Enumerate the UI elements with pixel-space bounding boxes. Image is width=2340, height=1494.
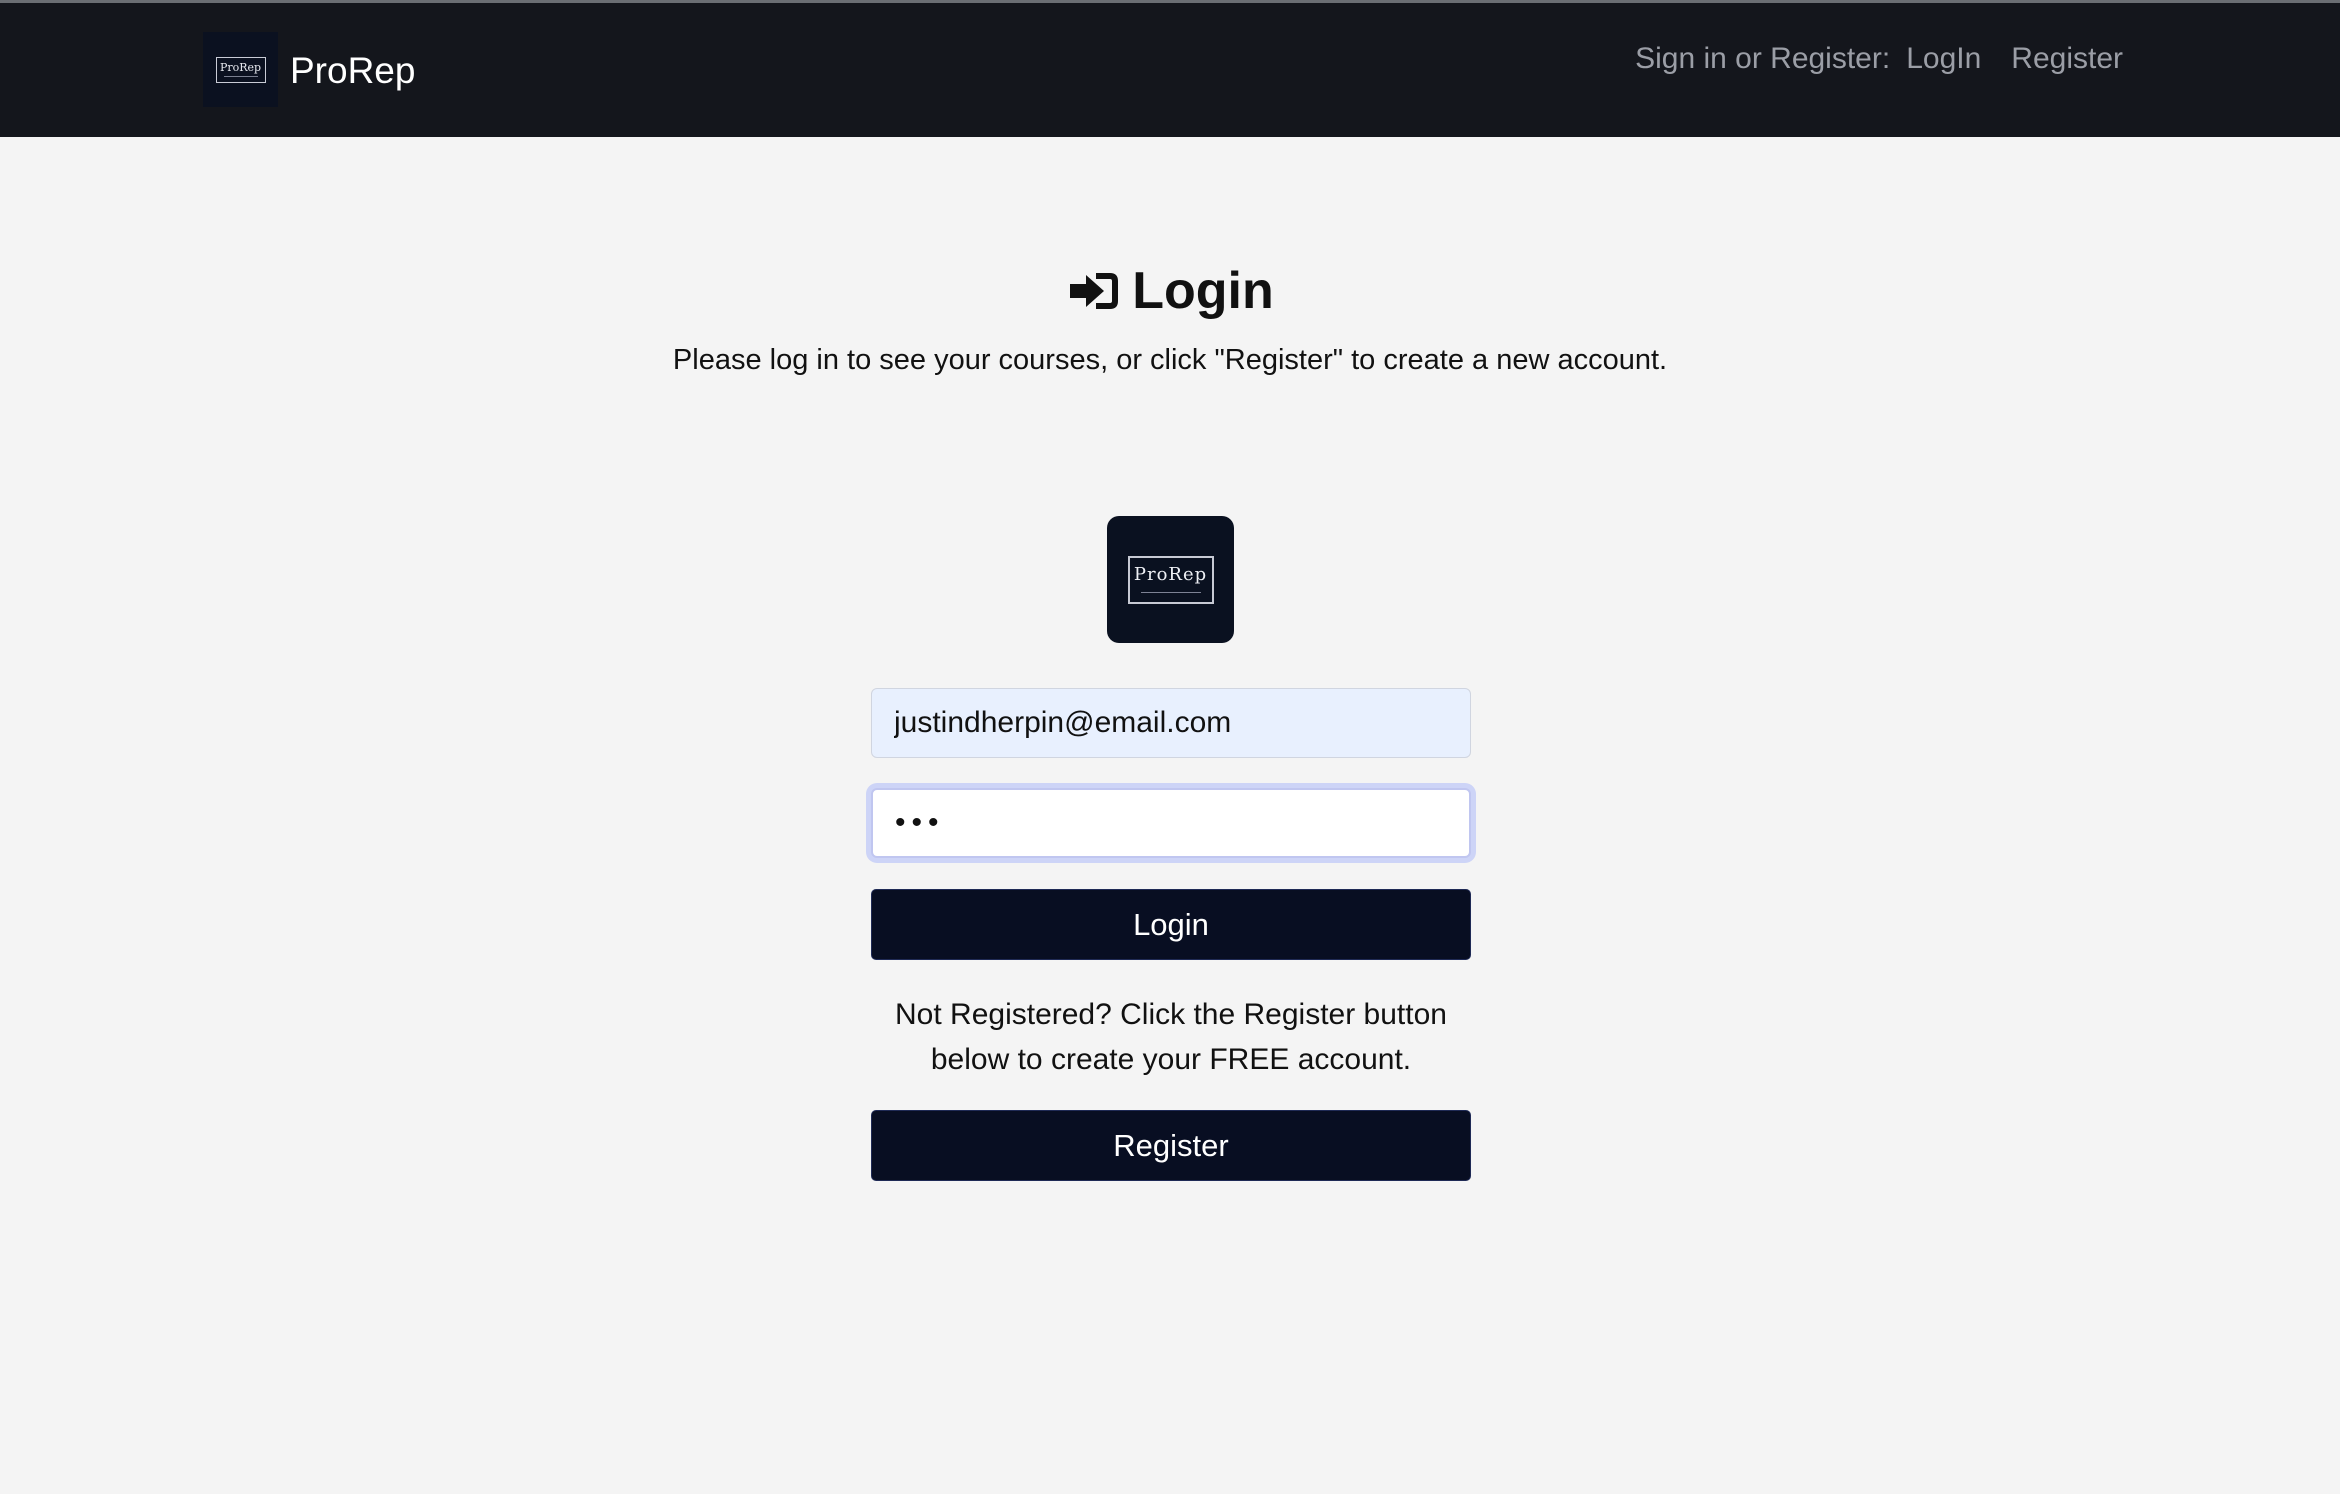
prorep-logo-tagline-line: [1140, 592, 1201, 593]
navbar: ProRep ProRep Sign in or Register: LogIn…: [0, 3, 2340, 137]
nav-register-link[interactable]: Register: [2011, 42, 2123, 76]
prorep-logo-text: ProRep: [1133, 564, 1208, 585]
auth-prompt: Sign in or Register:: [1635, 42, 1891, 75]
register-note: Not Registered? Click the Register butto…: [895, 998, 1447, 1076]
auth-nav: Sign in or Register: LogIn Register: [1635, 37, 2123, 81]
register-button[interactable]: Register: [871, 1110, 1471, 1181]
brand-logo-frame: ProRep: [215, 56, 266, 83]
brand-logo-text: ProRep: [219, 61, 262, 74]
password-field[interactable]: [871, 788, 1471, 858]
page-title: Login: [1132, 262, 1274, 320]
sign-in-icon: [1070, 273, 1119, 309]
page-subtitle: Please log in to see your courses, or cl…: [672, 344, 1668, 376]
nav-login-link[interactable]: LogIn: [1906, 42, 1981, 76]
email-field[interactable]: [871, 688, 1471, 758]
prorep-logo: ProRep: [1107, 516, 1234, 643]
login-button[interactable]: Login: [871, 889, 1471, 960]
brand-logo-tagline-line: [223, 76, 258, 77]
prorep-logo-frame: ProRep: [1127, 555, 1214, 604]
login-heading: Login: [0, 258, 2340, 324]
brand-name[interactable]: ProRep: [290, 49, 415, 93]
brand-logo[interactable]: ProRep: [203, 32, 278, 107]
